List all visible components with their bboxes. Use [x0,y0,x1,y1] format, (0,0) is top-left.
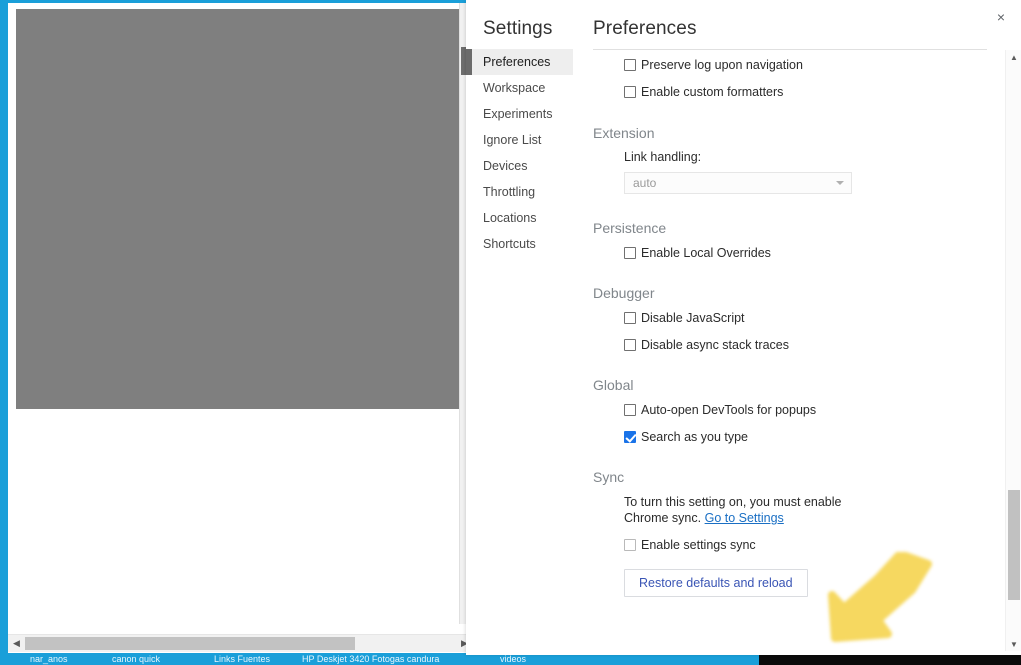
setting-preserve-log[interactable]: Preserve log upon navigation [593,57,991,73]
link-handling-value: auto [633,176,657,190]
sidebar-item-ignore-list[interactable]: Ignore List [466,127,573,153]
sidebar-item-label: Workspace [483,81,546,95]
setting-disable-javascript[interactable]: Disable JavaScript [593,310,991,326]
setting-label: Disable async stack traces [641,338,789,352]
sidebar-item-devices[interactable]: Devices [466,153,573,179]
scroll-up-arrow-icon[interactable]: ▲ [1006,50,1021,64]
sidebar-item-label: Experiments [483,107,553,121]
sidebar-item-label: Ignore List [483,133,542,147]
sidebar-item-preferences[interactable]: Preferences [466,49,573,75]
devtools-settings-dialog: × Settings Preferences Workspace Experim… [466,0,1021,655]
sidebar-item-label: Shortcuts [483,237,536,251]
settings-title: Settings [483,18,553,39]
background-page-content [8,3,473,655]
section-title-sync: Sync [593,469,625,485]
link-handling-select[interactable]: auto [624,172,852,194]
settings-scrollbar-thumb[interactable] [1008,490,1020,600]
setting-enable-settings-sync[interactable]: Enable settings sync [593,537,991,553]
setting-label: Enable settings sync [641,538,756,552]
sidebar-item-label: Preferences [483,55,551,69]
sidebar-item-label: Devices [483,159,528,173]
screen-root: ◀ ▶ nar_anos canon quick Links Fuentes H… [0,0,1021,665]
taskbar-item[interactable]: nar_anos [30,653,110,665]
preferences-content: Preserve log upon navigation Enable cust… [593,52,991,655]
setting-label: Search as you type [641,430,749,444]
header-divider [593,49,987,50]
sync-description: To turn this setting on, you must enable… [593,494,858,526]
section-title-extension: Extension [593,125,655,141]
setting-label: Auto-open DevTools for popups [641,403,817,417]
setting-label: Enable custom formatters [641,85,784,99]
background-horizontal-scrollbar[interactable]: ◀ ▶ [8,634,473,652]
setting-disable-async-stack-traces[interactable]: Disable async stack traces [593,337,991,353]
setting-enable-local-overrides[interactable]: Enable Local Overrides [593,245,991,261]
scroll-down-arrow-icon[interactable]: ▼ [1006,637,1021,651]
hscroll-left-arrow-icon[interactable]: ◀ [8,635,25,653]
sidebar-item-workspace[interactable]: Workspace [466,75,573,101]
taskbar-item[interactable]: canon quick [112,653,212,665]
setting-label: Enable Local Overrides [641,246,771,260]
hscroll-thumb[interactable] [25,637,355,650]
checkbox-enable-local-overrides[interactable] [624,247,636,259]
go-to-settings-link[interactable]: Go to Settings [705,511,784,525]
sidebar-item-label: Locations [483,211,537,225]
settings-scrollbar[interactable]: ▲ ▼ [1005,50,1021,651]
hscroll-track[interactable] [25,635,456,653]
section-title-global: Global [593,377,634,393]
checkbox-disable-async-stack-traces[interactable] [624,339,636,351]
setting-auto-open-devtools[interactable]: Auto-open DevTools for popups [593,402,991,418]
settings-main-pane: Preferences Preserve log upon navigation… [574,0,1021,655]
link-handling-label: Link handling: [624,150,702,164]
sidebar-item-shortcuts[interactable]: Shortcuts [466,231,573,257]
checkbox-enable-custom-formatters[interactable] [624,86,636,98]
setting-label: Preserve log upon navigation [641,58,803,72]
checkbox-auto-open-devtools[interactable] [624,404,636,416]
taskbar-item[interactable]: Links Fuentes [214,653,302,665]
restore-defaults-button[interactable]: Restore defaults and reload [624,569,808,597]
section-title-debugger: Debugger [593,285,655,301]
sidebar-item-locations[interactable]: Locations [466,205,573,231]
page-title: Preferences [593,18,697,39]
settings-body: Settings Preferences Workspace Experimen… [466,0,1021,655]
background-image-placeholder [16,9,468,409]
checkbox-disable-javascript[interactable] [624,312,636,324]
setting-enable-custom-formatters[interactable]: Enable custom formatters [593,84,991,100]
checkbox-search-as-you-type[interactable] [624,431,636,443]
checkbox-enable-settings-sync[interactable] [624,539,636,551]
chevron-down-icon [836,181,844,185]
setting-search-as-you-type[interactable]: Search as you type [593,429,991,445]
sidebar-item-label: Throttling [483,185,536,199]
background-browser-window: ◀ ▶ [0,0,474,658]
settings-sidebar: Settings Preferences Workspace Experimen… [466,0,574,655]
sidebar-item-experiments[interactable]: Experiments [466,101,573,127]
checkbox-preserve-log[interactable] [624,59,636,71]
section-title-persistence: Persistence [593,220,667,236]
setting-label: Disable JavaScript [641,311,745,325]
sidebar-item-throttling[interactable]: Throttling [466,179,573,205]
